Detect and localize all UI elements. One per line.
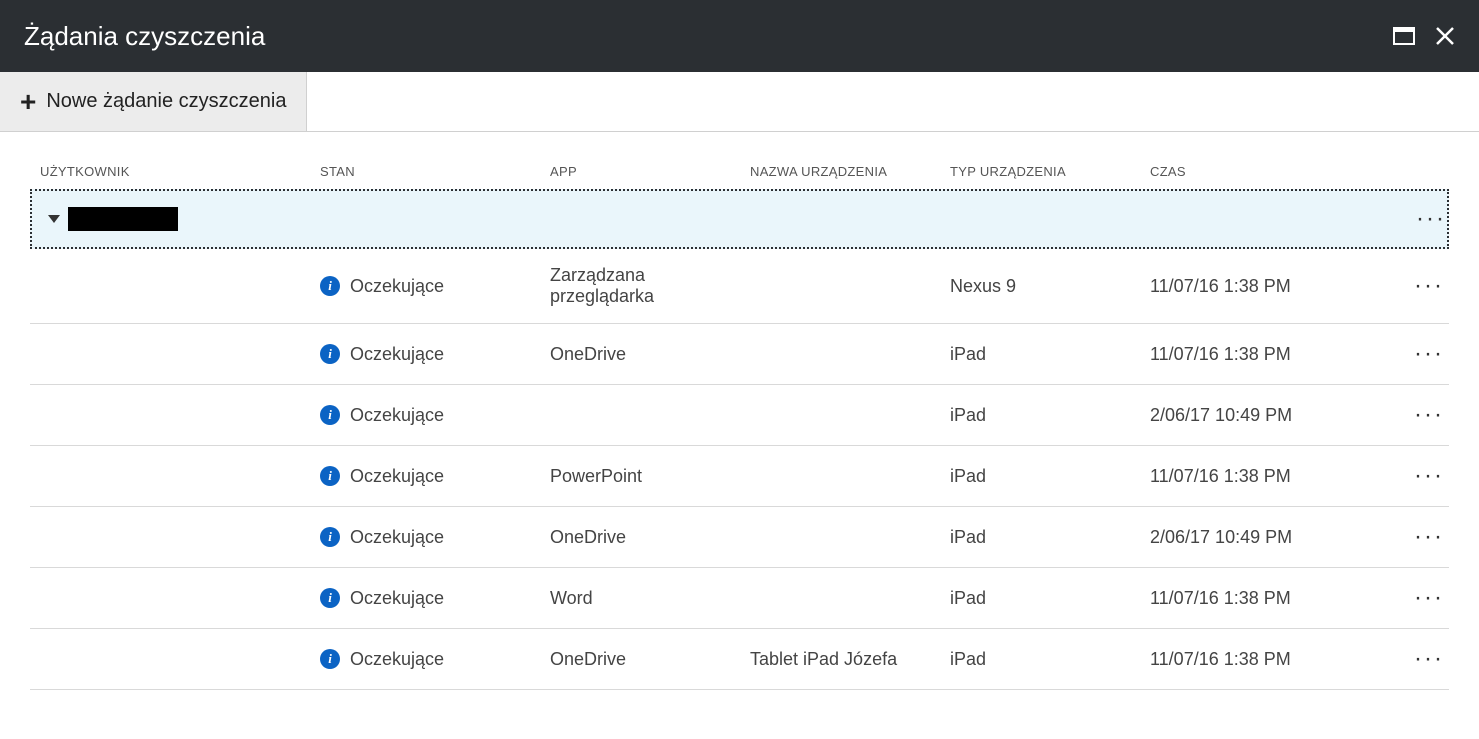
plus-icon: + — [20, 88, 36, 116]
status-text: Oczekujące — [350, 527, 444, 548]
group-row[interactable]: ··· — [30, 189, 1449, 249]
cell-device-name: Tablet iPad Józefa — [750, 649, 950, 670]
table-header-row: UŻYTKOWNIK STAN APP NAZWA URZĄDZENIA TYP… — [30, 156, 1449, 189]
page-title: Żądania czyszczenia — [24, 21, 265, 52]
row-more-menu[interactable]: ··· — [1370, 401, 1450, 429]
cell-app: OneDrive — [550, 344, 750, 365]
status-text: Oczekujące — [350, 466, 444, 487]
cell-app: PowerPoint — [550, 466, 750, 487]
cell-app: OneDrive — [550, 649, 750, 670]
row-more-menu[interactable]: ··· — [1370, 272, 1450, 300]
row-more-menu[interactable]: ··· — [1370, 462, 1450, 490]
cell-time: 2/06/17 10:49 PM — [1150, 527, 1370, 548]
close-icon[interactable] — [1435, 26, 1455, 46]
cell-device-type: iPad — [950, 344, 1150, 365]
cell-status: i Oczekujące — [320, 405, 550, 426]
info-icon: i — [320, 276, 340, 296]
cell-status: i Oczekujące — [320, 466, 550, 487]
cell-status: i Oczekujące — [320, 649, 550, 670]
column-header-status[interactable]: STAN — [320, 164, 550, 179]
group-more-menu[interactable]: ··· — [1372, 205, 1452, 233]
info-icon: i — [320, 405, 340, 425]
chevron-down-icon[interactable] — [48, 215, 60, 223]
cell-time: 11/07/16 1:38 PM — [1150, 588, 1370, 609]
redacted-user-name — [68, 207, 178, 231]
status-text: Oczekujące — [350, 276, 444, 297]
restore-window-icon[interactable] — [1393, 27, 1415, 45]
row-more-menu[interactable]: ··· — [1370, 584, 1450, 612]
table-row[interactable]: i Oczekujące PowerPoint iPad 11/07/16 1:… — [30, 446, 1449, 507]
info-icon: i — [320, 344, 340, 364]
toolbar: + Nowe żądanie czyszczenia — [0, 72, 1479, 132]
cell-status: i Oczekujące — [320, 344, 550, 365]
panel-header: Żądania czyszczenia — [0, 0, 1479, 72]
info-icon: i — [320, 527, 340, 547]
column-header-device-name[interactable]: NAZWA URZĄDZENIA — [750, 164, 950, 179]
cell-status: i Oczekujące — [320, 527, 550, 548]
cell-status: i Oczekujące — [320, 276, 550, 297]
header-actions — [1393, 26, 1455, 46]
group-user-cell — [42, 207, 322, 231]
row-more-menu[interactable]: ··· — [1370, 523, 1450, 551]
info-icon: i — [320, 466, 340, 486]
cell-device-type: iPad — [950, 405, 1150, 426]
new-wipe-request-label: Nowe żądanie czyszczenia — [46, 90, 286, 113]
info-icon: i — [320, 649, 340, 669]
column-header-user[interactable]: UŻYTKOWNIK — [40, 164, 320, 179]
row-more-menu[interactable]: ··· — [1370, 340, 1450, 368]
cell-device-type: iPad — [950, 588, 1150, 609]
row-more-menu[interactable]: ··· — [1370, 645, 1450, 673]
table-row[interactable]: i Oczekujące OneDrive Tablet iPad Józefa… — [30, 629, 1449, 690]
info-icon: i — [320, 588, 340, 608]
cell-app: Word — [550, 588, 750, 609]
column-header-time[interactable]: CZAS — [1150, 164, 1370, 179]
status-text: Oczekujące — [350, 405, 444, 426]
table-row[interactable]: i Oczekujące OneDrive iPad 11/07/16 1:38… — [30, 324, 1449, 385]
cell-time: 2/06/17 10:49 PM — [1150, 405, 1370, 426]
status-text: Oczekujące — [350, 649, 444, 670]
cell-app: OneDrive — [550, 527, 750, 548]
content-area: UŻYTKOWNIK STAN APP NAZWA URZĄDZENIA TYP… — [0, 132, 1479, 690]
column-header-app[interactable]: APP — [550, 164, 750, 179]
cell-time: 11/07/16 1:38 PM — [1150, 466, 1370, 487]
table-row[interactable]: i Oczekujące iPad 2/06/17 10:49 PM ··· — [30, 385, 1449, 446]
cell-time: 11/07/16 1:38 PM — [1150, 276, 1370, 297]
table-row[interactable]: i Oczekujące OneDrive iPad 2/06/17 10:49… — [30, 507, 1449, 568]
cell-time: 11/07/16 1:38 PM — [1150, 344, 1370, 365]
status-text: Oczekujące — [350, 588, 444, 609]
cell-device-type: iPad — [950, 466, 1150, 487]
cell-time: 11/07/16 1:38 PM — [1150, 649, 1370, 670]
table-row[interactable]: i Oczekujące Word iPad 11/07/16 1:38 PM … — [30, 568, 1449, 629]
cell-app: Zarządzana przeglądarka — [550, 265, 750, 307]
cell-device-type: iPad — [950, 527, 1150, 548]
status-text: Oczekujące — [350, 344, 444, 365]
table-row[interactable]: i Oczekujące Zarządzana przeglądarka Nex… — [30, 249, 1449, 324]
cell-status: i Oczekujące — [320, 588, 550, 609]
column-header-device-type[interactable]: TYP URZĄDZENIA — [950, 164, 1150, 179]
cell-device-type: Nexus 9 — [950, 276, 1150, 297]
cell-device-type: iPad — [950, 649, 1150, 670]
new-wipe-request-button[interactable]: + Nowe żądanie czyszczenia — [0, 72, 307, 131]
